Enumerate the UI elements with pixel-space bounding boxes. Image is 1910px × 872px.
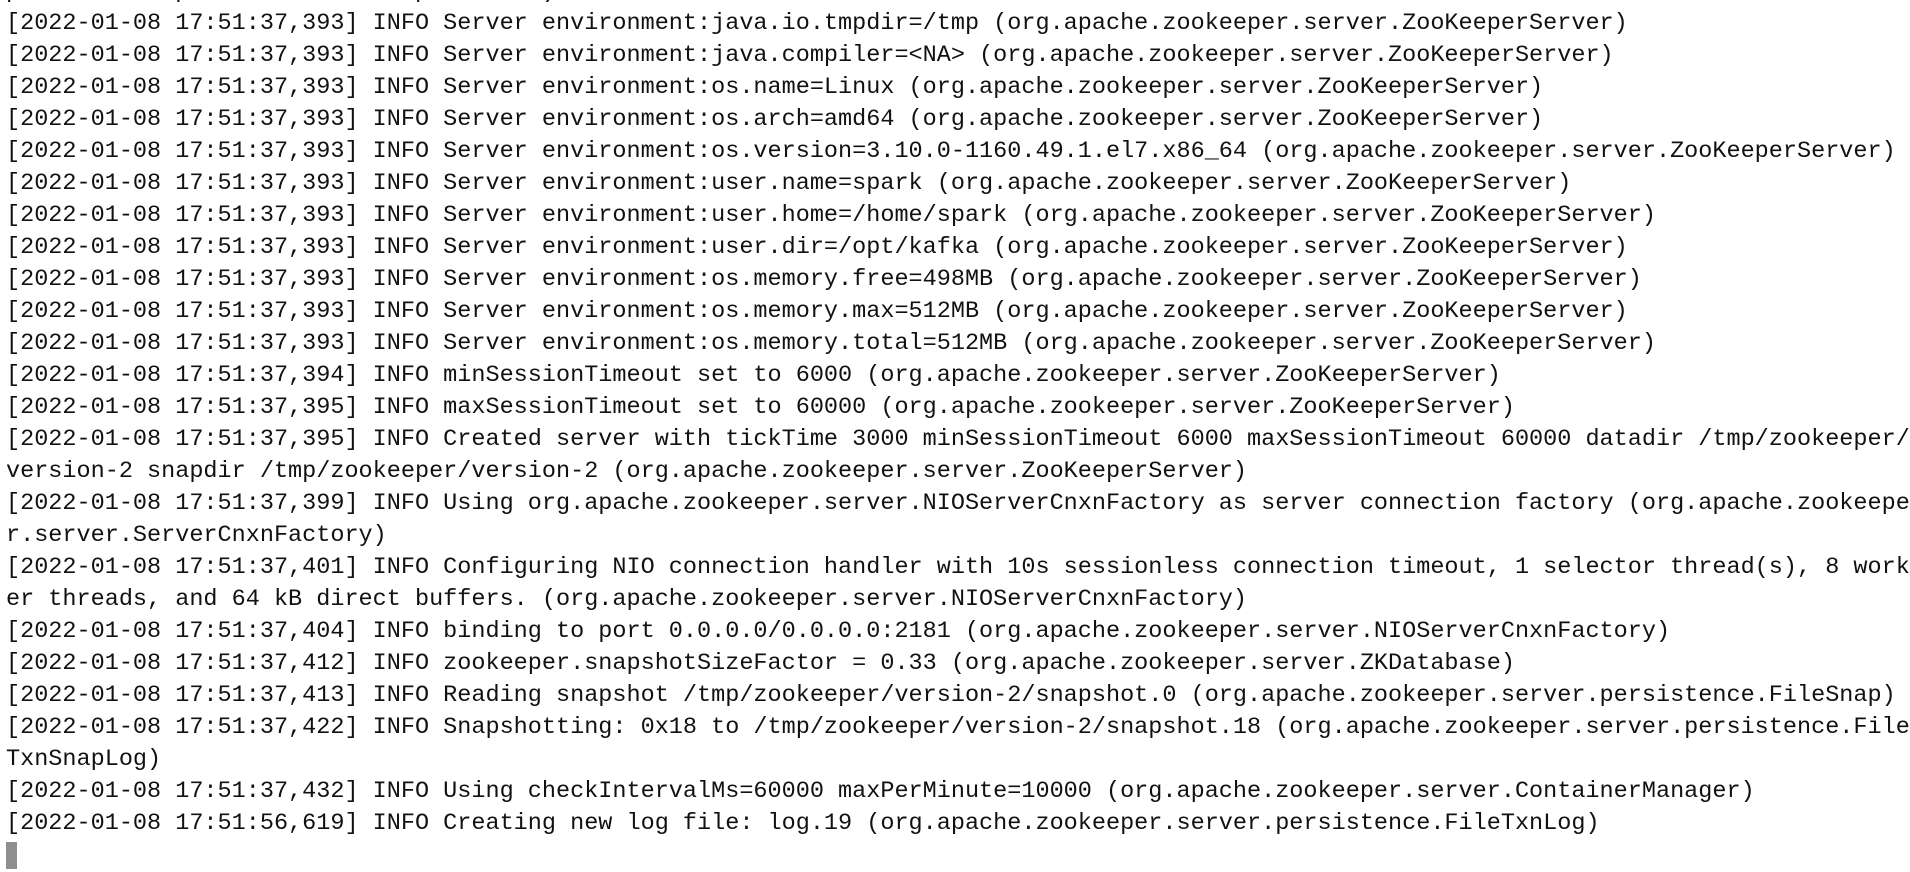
log-line: [2022-01-08 17:51:37,395] INFO Created s… bbox=[6, 426, 1910, 453]
prompt-line[interactable] bbox=[6, 840, 1910, 872]
text-cursor bbox=[6, 842, 17, 870]
log-line: [2022-01-08 17:51:37,394] INFO minSessio… bbox=[6, 362, 1501, 389]
terminal-output[interactable]: pache.zookeeper.server.ZooKeeperServer) [… bbox=[6, 0, 1910, 872]
log-line: TxnSnapLog) bbox=[6, 746, 162, 773]
log-line: [2022-01-08 17:51:37,393] INFO Server en… bbox=[6, 330, 1656, 357]
log-line: [2022-01-08 17:51:56,619] INFO Creating … bbox=[6, 810, 1600, 837]
log-line: [2022-01-08 17:51:37,404] INFO binding t… bbox=[6, 618, 1671, 645]
log-line: [2022-01-08 17:51:37,393] INFO Server en… bbox=[6, 42, 1614, 69]
log-line: [2022-01-08 17:51:37,393] INFO Server en… bbox=[6, 10, 1628, 37]
log-line: [2022-01-08 17:51:37,393] INFO Server en… bbox=[6, 234, 1628, 261]
log-line: [2022-01-08 17:51:37,393] INFO Server en… bbox=[6, 138, 1896, 165]
log-line: [2022-01-08 17:51:37,395] INFO maxSessio… bbox=[6, 394, 1515, 421]
log-line: [2022-01-08 17:51:37,412] INFO zookeeper… bbox=[6, 650, 1515, 677]
log-line: [2022-01-08 17:51:37,393] INFO Server en… bbox=[6, 266, 1642, 293]
log-line: pache.zookeeper.server.ZooKeeperServer) bbox=[6, 0, 1910, 8]
log-line: [2022-01-08 17:51:37,413] INFO Reading s… bbox=[6, 682, 1896, 709]
log-line: er threads, and 64 kB direct buffers. (o… bbox=[6, 586, 1248, 613]
log-line: [2022-01-08 17:51:37,393] INFO Server en… bbox=[6, 106, 1544, 133]
log-line: [2022-01-08 17:51:37,393] INFO Server en… bbox=[6, 74, 1544, 101]
log-line: [2022-01-08 17:51:37,422] INFO Snapshott… bbox=[6, 714, 1910, 741]
log-line: [2022-01-08 17:51:37,393] INFO Server en… bbox=[6, 298, 1628, 325]
log-line: [2022-01-08 17:51:37,401] INFO Configuri… bbox=[6, 554, 1910, 581]
log-line: r.server.ServerCnxnFactory) bbox=[6, 522, 387, 549]
log-line: version-2 snapdir /tmp/zookeeper/version… bbox=[6, 458, 1248, 485]
log-line: [2022-01-08 17:51:37,432] INFO Using che… bbox=[6, 778, 1755, 805]
log-line: [2022-01-08 17:51:37,393] INFO Server en… bbox=[6, 202, 1656, 229]
log-line: [2022-01-08 17:51:37,399] INFO Using org… bbox=[6, 490, 1910, 517]
log-line: [2022-01-08 17:51:37,393] INFO Server en… bbox=[6, 170, 1572, 197]
